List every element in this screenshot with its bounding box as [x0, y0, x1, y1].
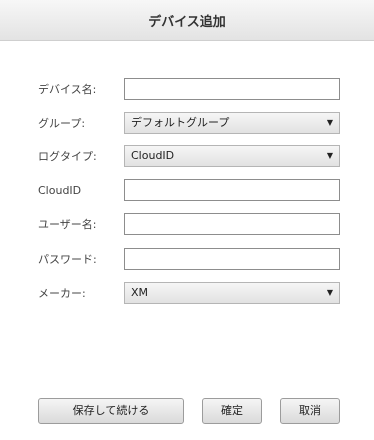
maker-label: メーカー:	[38, 287, 86, 300]
device-name-row: デバイス名:	[0, 78, 374, 102]
save-continue-button[interactable]: 保存して続ける	[38, 398, 184, 424]
login-type-row: ログタイプ: CloudID ▼	[0, 145, 374, 169]
maker-row: メーカー: XM ▼	[0, 282, 374, 306]
dialog-titlebar: デバイス追加	[0, 0, 374, 41]
dialog-title: デバイス追加	[148, 14, 226, 30]
password-row: パスワード:	[0, 248, 374, 272]
password-input[interactable]	[124, 248, 340, 270]
group-select-value: デフォルトグループ	[131, 116, 230, 129]
group-select[interactable]: デフォルトグループ ▼	[124, 112, 340, 134]
username-input[interactable]	[124, 213, 340, 235]
cancel-button[interactable]: 取消	[280, 398, 340, 424]
maker-select-value: XM	[131, 286, 149, 299]
device-name-input[interactable]	[124, 78, 340, 100]
username-label: ユーザー名:	[38, 218, 97, 231]
password-label: パスワード:	[38, 253, 97, 266]
chevron-down-icon: ▼	[326, 118, 333, 127]
group-label: グループ:	[38, 117, 86, 130]
maker-select[interactable]: XM ▼	[124, 282, 340, 304]
chevron-down-icon: ▼	[326, 288, 333, 297]
login-type-select[interactable]: CloudID ▼	[124, 145, 340, 167]
cloud-id-label: CloudID	[38, 184, 82, 197]
login-type-select-value: CloudID	[131, 149, 175, 162]
cloud-id-row: CloudID	[0, 179, 374, 203]
confirm-button[interactable]: 確定	[202, 398, 262, 424]
login-type-label: ログタイプ:	[38, 150, 97, 163]
chevron-down-icon: ▼	[326, 151, 333, 160]
device-name-label: デバイス名:	[38, 83, 97, 96]
cloud-id-input[interactable]	[124, 179, 340, 201]
username-row: ユーザー名:	[0, 213, 374, 237]
group-row: グループ: デフォルトグループ ▼	[0, 112, 374, 136]
